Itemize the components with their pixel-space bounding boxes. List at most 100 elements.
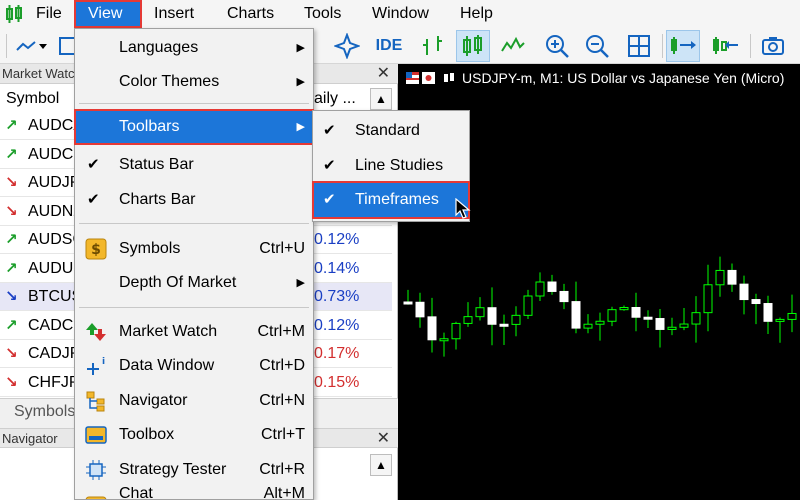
arrow-up-icon: ↗ <box>5 145 18 163</box>
menu-item-symbols[interactable]: $ Symbols Ctrl+U <box>75 232 313 266</box>
menu-item-toolbars[interactable]: Toolbars ▶ <box>74 109 314 145</box>
menu-item-depth-of-market[interactable]: Depth Of Market ▶ <box>75 266 313 300</box>
menu-item-market-watch[interactable]: Market Watch Ctrl+M <box>75 315 313 349</box>
candle-body <box>703 284 713 314</box>
toolbar-separator <box>6 34 7 58</box>
candlestick-icon <box>463 35 482 56</box>
menu-item-toolbox[interactable]: Toolbox Ctrl+T <box>75 418 313 452</box>
checkmark-icon: ✔ <box>323 157 336 174</box>
daily-change: 0.12% <box>314 231 360 248</box>
menu-item-shortcut: Ctrl+M <box>257 323 305 340</box>
candle-body <box>403 301 413 305</box>
submenu-item-label: Timeframes <box>355 191 439 208</box>
candle-body <box>667 326 677 330</box>
menu-item-charts-bar[interactable]: ✔ Charts Bar <box>75 183 313 217</box>
menu-insert[interactable]: Insert <box>146 0 202 28</box>
candlestick-icon <box>444 73 454 82</box>
menu-item-shortcut: Ctrl+D <box>259 357 305 374</box>
candle-body <box>751 299 761 305</box>
menu-item-strategy-tester[interactable]: Strategy Tester Ctrl+R <box>75 453 313 487</box>
arrow-down-icon: ↘ <box>5 373 18 391</box>
menu-item-navigator[interactable]: Navigator Ctrl+N <box>75 384 313 418</box>
scroll-up-button[interactable]: ▲ <box>370 88 392 110</box>
symbol-name: CHFJP <box>28 373 80 391</box>
arrow-up-icon: ↗ <box>5 117 18 134</box>
menu-window[interactable]: Window <box>364 0 437 28</box>
submenu-item-line-studies[interactable]: ✔ Line Studies <box>313 148 469 184</box>
zoom-out-button[interactable] <box>580 30 614 62</box>
arrow-up-icon: ↗ <box>5 259 18 277</box>
candle-body <box>739 283 749 301</box>
symbol-name: AUDJP <box>28 174 81 191</box>
candle-body <box>715 269 725 286</box>
view-menu-dropdown: Languages ▶ Color Themes ▶ Toolbars ▶ ✔ … <box>74 28 314 500</box>
menu-bar: File View Insert Charts Tools Window Hel… <box>0 0 800 28</box>
menu-item-data-window[interactable]: i Data Window Ctrl+D <box>75 349 313 383</box>
candle-body <box>487 307 497 325</box>
menu-item-shortcut: Ctrl+N <box>259 392 305 409</box>
bar-chart-button[interactable] <box>416 30 450 62</box>
daily-change: 0.73% <box>314 288 360 305</box>
sparkle-icon <box>334 33 360 59</box>
candle-body <box>535 281 545 297</box>
line-studies-dropdown-button[interactable] <box>12 30 52 62</box>
close-icon[interactable]: ✕ <box>377 64 390 84</box>
menu-item-status-bar[interactable]: ✔ Status Bar <box>75 148 313 182</box>
ide-button[interactable]: IDE <box>370 30 408 62</box>
chart-shift-button[interactable] <box>666 30 700 62</box>
menu-item-label: Strategy Tester <box>119 461 227 478</box>
autotrading-button[interactable] <box>330 30 364 62</box>
app-candlestick-icon <box>6 5 22 23</box>
menu-help[interactable]: Help <box>452 0 501 28</box>
line-chart-icon <box>16 41 47 51</box>
candle-body <box>619 307 629 311</box>
daily-change: 0.15% <box>314 373 360 391</box>
toolbox-icon <box>85 426 107 444</box>
navigator-tree-icon <box>86 391 105 412</box>
autoscroll-icon <box>713 37 738 54</box>
autoscroll-button[interactable] <box>708 30 742 62</box>
menu-separator <box>79 103 309 104</box>
checkmark-icon: ✔ <box>323 191 336 208</box>
menu-item-label: Data Window <box>119 357 215 374</box>
column-header-symbol[interactable]: Symbol <box>6 86 59 112</box>
menu-file[interactable]: File <box>28 0 70 28</box>
candlestick-chart-button[interactable] <box>456 30 490 62</box>
chart-shift-icon <box>671 37 696 54</box>
ohlc-bars-icon <box>423 36 442 55</box>
column-header-daily[interactable]: aily ... <box>314 86 356 112</box>
menu-item-label: Languages <box>119 39 199 56</box>
menu-item-label: Charts Bar <box>119 191 196 208</box>
menu-charts[interactable]: Charts <box>219 0 282 28</box>
submenu-item-standard[interactable]: ✔ Standard <box>313 113 469 149</box>
candle-body <box>415 301 425 318</box>
toolbar-separator <box>662 34 663 58</box>
menu-view[interactable]: View <box>74 0 142 28</box>
chip-icon <box>86 460 106 480</box>
submenu-item-timeframes[interactable]: ✔ Timeframes <box>312 181 470 219</box>
menu-item-chat[interactable]: Chat Alt+M <box>75 487 313 499</box>
scroll-up-button[interactable]: ▲ <box>370 454 392 476</box>
menu-item-languages[interactable]: Languages ▶ <box>75 31 313 65</box>
line-chart-button[interactable] <box>496 30 530 62</box>
candle-body <box>607 309 617 322</box>
screenshot-button[interactable] <box>756 30 790 62</box>
close-icon[interactable]: ✕ <box>377 429 390 449</box>
menu-item-shortcut: Ctrl+T <box>261 426 305 443</box>
svg-text:$: $ <box>91 242 101 258</box>
arrow-down-icon: ↘ <box>5 174 18 191</box>
zoom-in-button[interactable] <box>540 30 574 62</box>
submenu-arrow-icon: ▶ <box>296 76 305 88</box>
flag-icon <box>406 72 435 84</box>
candle-body <box>571 301 581 329</box>
candle-body <box>787 312 797 320</box>
tile-windows-button[interactable] <box>622 30 656 62</box>
menu-item-label: Toolbox <box>119 426 175 443</box>
candle-body <box>463 316 473 324</box>
menu-item-color-themes[interactable]: Color Themes ▶ <box>75 65 313 99</box>
candle-body <box>655 318 665 330</box>
arrow-up-icon: ↗ <box>5 316 18 334</box>
menu-separator <box>79 223 309 224</box>
arrow-down-icon: ↘ <box>5 202 18 220</box>
menu-tools[interactable]: Tools <box>296 0 349 28</box>
